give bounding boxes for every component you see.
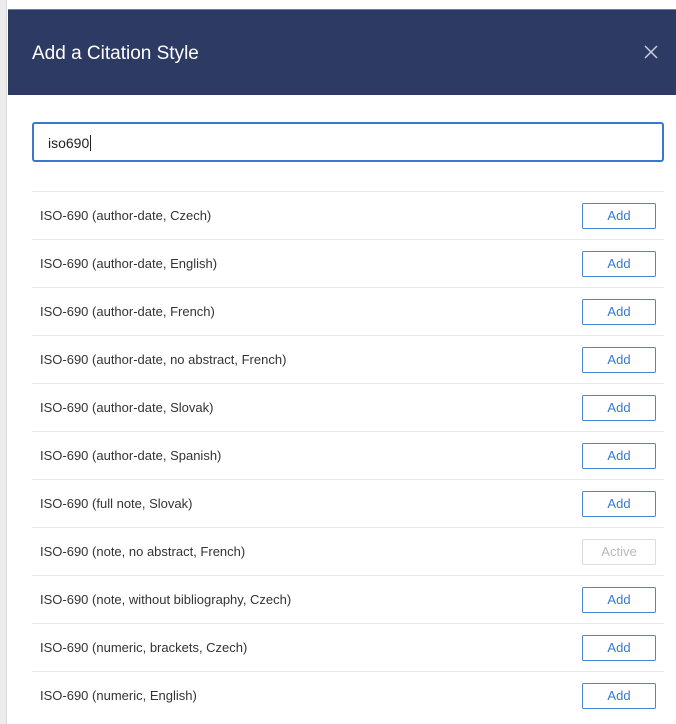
citation-style-label: ISO-690 (numeric, English) [40,688,197,703]
citation-style-label: ISO-690 (numeric, brackets, Czech) [40,640,248,655]
citation-style-label: ISO-690 (author-date, no abstract, Frenc… [40,352,287,367]
list-item: ISO-690 (full note, Slovak) Add [32,479,664,527]
dialog-header: Add a Citation Style [8,9,676,95]
list-item: ISO-690 (author-date, Spanish) Add [32,431,664,479]
add-button[interactable]: Add [582,395,656,421]
text-cursor [90,135,92,151]
list-item: ISO-690 (note, without bibliography, Cze… [32,575,664,623]
add-button[interactable]: Add [582,683,656,709]
list-item: ISO-690 (author-date, Slovak) Add [32,383,664,431]
citation-style-label: ISO-690 (author-date, English) [40,256,218,271]
add-button[interactable]: Add [582,587,656,613]
page: Add a Citation Style iso690 ISO-690 (aut… [0,0,676,724]
search-input[interactable]: iso690 [48,135,89,151]
list-item: ISO-690 (numeric, brackets, Czech) Add [32,623,664,671]
window-edge [0,0,7,724]
search-field[interactable]: iso690 [32,122,664,162]
search-text-wrap: iso690 [48,135,92,151]
close-icon[interactable] [642,43,660,61]
list-item: ISO-690 (author-date, French) Add [32,287,664,335]
add-button[interactable]: Add [582,251,656,277]
citation-style-label: ISO-690 (note, no abstract, French) [40,544,246,559]
add-button[interactable]: Add [582,491,656,517]
citation-style-label: ISO-690 (author-date, French) [40,304,215,319]
list-item: ISO-690 (note, no abstract, French) Activ… [32,527,664,575]
list-item: ISO-690 (author-date, Czech) Add [32,191,664,239]
add-button[interactable]: Add [582,203,656,229]
add-button[interactable]: Add [582,443,656,469]
list-item: ISO-690 (author-date, English) Add [32,239,664,287]
add-button[interactable]: Add [582,635,656,661]
citation-style-label: ISO-690 (author-date, Czech) [40,208,212,223]
add-button[interactable]: Add [582,347,656,373]
dialog-title: Add a Citation Style [32,43,199,64]
citation-style-label: ISO-690 (author-date, Slovak) [40,400,214,415]
add-citation-style-dialog: Add a Citation Style iso690 ISO-690 (aut… [8,0,676,724]
citation-style-label: ISO-690 (author-date, Spanish) [40,448,222,463]
list-item: ISO-690 (author-date, no abstract, Frenc… [32,335,664,383]
citation-style-label: ISO-690 (note, without bibliography, Cze… [40,592,292,607]
add-button[interactable]: Add [582,299,656,325]
citation-style-list: ISO-690 (author-date, Czech) Add ISO-690 (… [32,191,676,719]
list-item: ISO-690 (numeric, English) Add [32,671,664,719]
citation-style-label: ISO-690 (full note, Slovak) [40,496,193,511]
active-button: Active [582,539,656,565]
